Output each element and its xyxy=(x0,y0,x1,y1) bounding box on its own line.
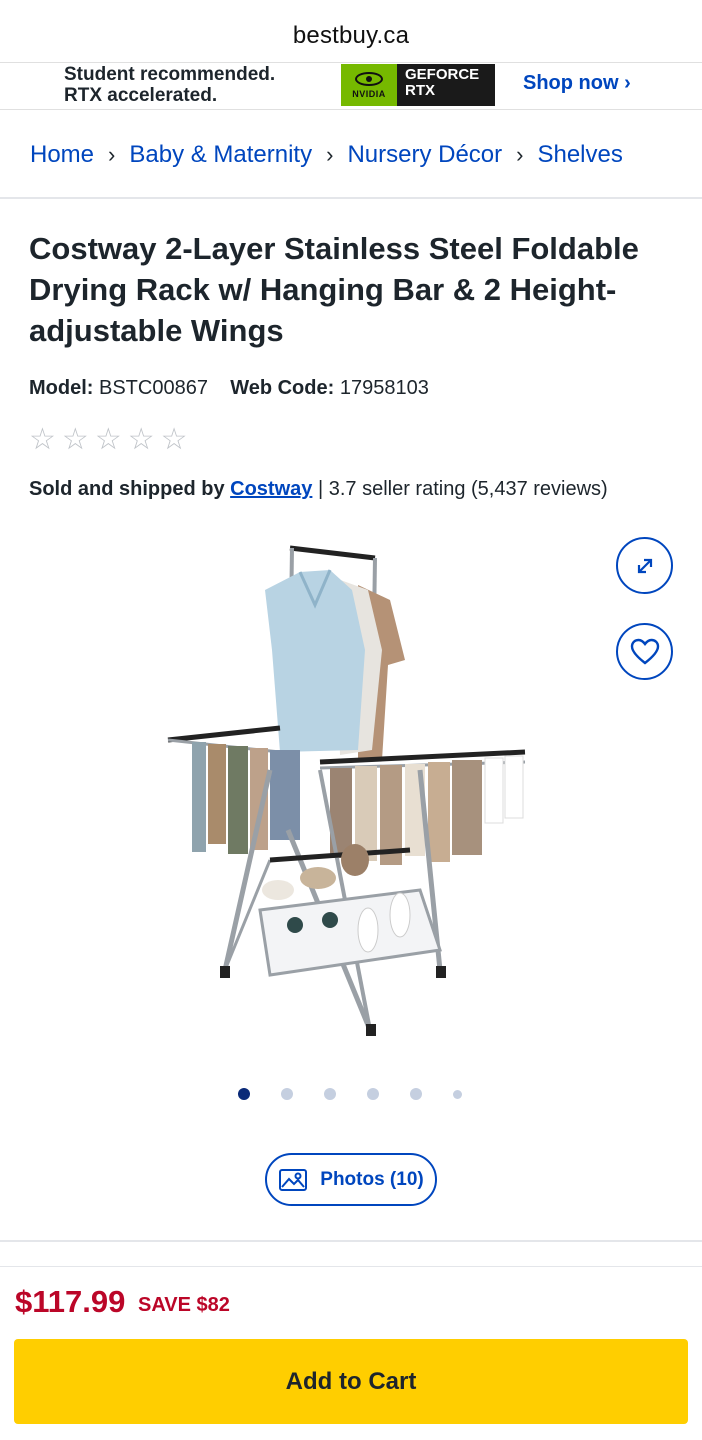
star-outline-icon: ☆ xyxy=(160,423,188,456)
webcode-label: Web Code: xyxy=(230,377,335,399)
promo-text: Student recommended. RTX accelerated. xyxy=(64,64,275,106)
heart-icon xyxy=(630,638,659,665)
star-outline-icon: ☆ xyxy=(94,423,122,456)
sold-by-label: Sold and shipped by xyxy=(29,478,225,500)
carousel-dot[interactable] xyxy=(324,1088,336,1100)
expand-icon xyxy=(637,558,652,573)
shop-now-link[interactable]: Shop now › xyxy=(523,72,631,95)
browser-url-bar[interactable]: bestbuy.ca xyxy=(0,0,702,62)
photos-button-label: Photos (10) xyxy=(320,1168,424,1190)
model-value: BSTC00867 xyxy=(99,377,208,399)
carousel-dot[interactable] xyxy=(281,1088,293,1100)
promo-line-1: Student recommended. xyxy=(64,64,276,85)
carousel-dot[interactable] xyxy=(410,1088,422,1100)
product-image[interactable] xyxy=(120,530,580,1060)
save-to-wishlist-button[interactable] xyxy=(616,623,673,680)
carousel-dot[interactable] xyxy=(238,1088,250,1100)
breadcrumb-shelves[interactable]: Shelves xyxy=(537,141,622,169)
divider xyxy=(0,1240,702,1242)
model-label: Model: xyxy=(29,377,94,399)
star-outline-icon: ☆ xyxy=(127,423,155,456)
star-outline-icon: ☆ xyxy=(29,423,56,456)
webcode-value: 17958103 xyxy=(339,377,429,399)
url-text: bestbuy.ca xyxy=(292,22,410,49)
chevron-right-icon: › xyxy=(108,142,116,167)
carousel-dot[interactable] xyxy=(453,1089,462,1099)
badge-line-2: RTX xyxy=(405,82,435,99)
image-carousel-indicators xyxy=(238,1088,462,1100)
product-identifiers: Model: BSTC00867 Web Code: 17958103 xyxy=(29,377,429,400)
breadcrumb: Home › Baby & Maternity › Nursery Décor … xyxy=(30,138,675,172)
image-icon xyxy=(279,1168,308,1191)
seller-rating: | 3.7 seller rating (5,437 reviews) xyxy=(317,478,608,500)
breadcrumb-baby-maternity[interactable]: Baby & Maternity xyxy=(129,141,312,169)
expand-image-button[interactable] xyxy=(616,537,673,594)
carousel-dot[interactable] xyxy=(367,1088,379,1100)
nvidia-rtx-badge: NVIDIA GEFORCE RTX xyxy=(341,64,495,106)
promo-line-2: RTX accelerated. xyxy=(64,85,218,106)
photos-button[interactable]: Photos (10) xyxy=(265,1153,437,1206)
add-to-cart-button[interactable]: Add to Cart xyxy=(14,1339,688,1424)
breadcrumb-home[interactable]: Home xyxy=(30,141,94,169)
savings-badge: SAVE $82 xyxy=(138,1294,230,1316)
divider xyxy=(0,1266,702,1267)
drying-rack-illustration xyxy=(167,545,526,1036)
nvidia-logo: NVIDIA xyxy=(341,64,397,106)
chevron-right-icon: › xyxy=(516,142,524,167)
breadcrumb-nursery-decor[interactable]: Nursery Décor xyxy=(347,141,502,169)
seller-link[interactable]: Costway xyxy=(230,478,312,500)
product-title: Costway 2-Layer Stainless Steel Foldable… xyxy=(29,231,639,348)
chevron-right-icon: › xyxy=(326,142,334,167)
star-outline-icon: ☆ xyxy=(61,423,89,456)
badge-line-1: GEFORCE xyxy=(405,66,480,83)
add-to-cart-label: Add to Cart xyxy=(285,1367,417,1395)
geforce-rtx-text: GEFORCE RTX xyxy=(397,64,495,106)
nvidia-wordmark: NVIDIA xyxy=(352,88,386,99)
divider xyxy=(0,197,702,199)
product-price: $117.99 xyxy=(15,1284,126,1319)
seller-info: Sold and shipped by Costway | 3.7 seller… xyxy=(29,478,608,501)
nvidia-eye-icon xyxy=(355,71,383,86)
promo-banner[interactable]: Student recommended. RTX accelerated. NV… xyxy=(0,62,702,110)
rating-stars[interactable]: ☆ ☆ ☆ ☆ ☆ xyxy=(29,424,188,456)
